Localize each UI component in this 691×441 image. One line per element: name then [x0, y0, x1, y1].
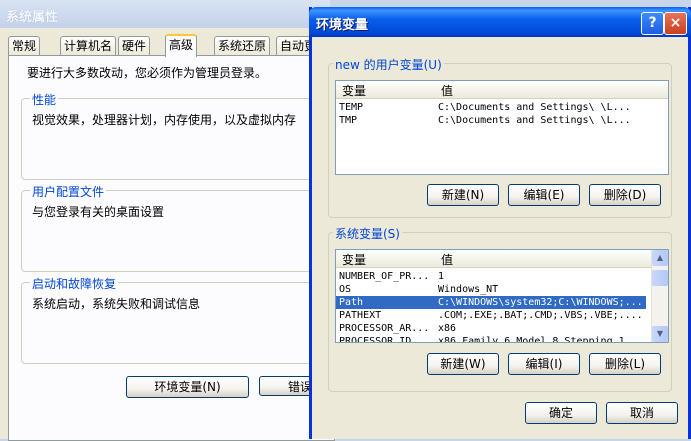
cancel-button[interactable]: 取消 [606, 402, 678, 424]
variable-value: Windows_NT [438, 284, 499, 295]
scrollbar-thumb[interactable] [652, 270, 668, 286]
variable-value: .COM;.EXE;.BAT;.CMD;.VBS;.VBE;.... [438, 310, 643, 321]
variable-name: PROCESSOR_ID... [339, 336, 430, 343]
user-delete-button[interactable]: 删除(D) [589, 184, 661, 206]
startup-recovery-legend: 启动和故障恢复 [30, 275, 119, 292]
tab-general[interactable]: 常规 [8, 36, 41, 55]
tab-system-restore[interactable]: 系统还原 [214, 36, 271, 55]
scroll-down-icon[interactable]: ▼ [652, 326, 668, 342]
user-list-header: 变量 值 [336, 81, 668, 99]
system-variables-legend: 系统变量(S) [333, 225, 402, 242]
variable-name: PATHEXT [339, 310, 382, 321]
performance-description: 视觉效果，处理器计划，内存使用，以及虚拟内存 [32, 113, 297, 127]
user-profiles-group: 用户配置文件 与您登录有关的桌面设置 [21, 183, 343, 272]
system-properties-window: 系统属性 常规 计算机名 硬件 高级 系统还原 自动更 要进行大多数改动，您必须… [0, 0, 343, 441]
ok-button[interactable]: 确定 [525, 402, 597, 424]
list-item[interactable]: PATHEXT .COM;.EXE;.BAT;.CMD;.VBS;.VBE;..… [336, 309, 646, 322]
list-item[interactable]: OS Windows_NT [336, 283, 646, 296]
variable-name: NUMBER_OF_PR... [339, 271, 430, 282]
admin-notice: 要进行大多数改动，您必须作为管理员登录。 [27, 66, 268, 80]
variable-value: x86 Family 6 Model 8 Stepping 1 [438, 336, 625, 343]
variable-value: 1 [438, 271, 445, 282]
list-item[interactable]: PROCESSOR_ID... x86 Family 6 Model 8 Ste… [336, 335, 646, 343]
system-new-button[interactable]: 新建(W) [427, 353, 499, 375]
user-new-button[interactable]: 新建(N) [427, 184, 499, 206]
user-col-value[interactable]: 值 [441, 82, 453, 99]
list-item[interactable]: PROCESSOR_AR... x86 [336, 322, 646, 335]
system-col-variable[interactable]: 变量 [342, 251, 366, 268]
user-profiles-legend: 用户配置文件 [30, 183, 107, 200]
variable-value: x86 [438, 323, 457, 334]
startup-recovery-group: 启动和故障恢复 系统启动，系统失败和调试信息 [21, 275, 343, 364]
variable-name: TEMP [339, 102, 364, 113]
system-variables-list[interactable]: 变量 值 NUMBER_OF_PR... 1 OS Windows_NT Pat… [335, 249, 669, 343]
system-col-value[interactable]: 值 [441, 251, 453, 268]
advanced-tab-panel: 要进行大多数改动，您必须作为管理员登录。 性能 视觉效果，处理器计划，内存使用，… [8, 55, 343, 441]
tab-advanced[interactable]: 高级 [165, 34, 198, 57]
user-variables-list[interactable]: 变量 值 TEMP C:\Documents and Settings\ \L.… [335, 80, 669, 175]
variable-name: OS [339, 284, 352, 295]
environment-variables-button[interactable]: 环境变量(N) [126, 376, 249, 398]
scroll-up-icon[interactable]: ▲ [652, 250, 668, 266]
environment-variables-title: 环境变量 [316, 18, 369, 33]
tab-computer-name[interactable]: 计算机名 [60, 36, 117, 55]
system-properties-title: 系统属性 [6, 10, 59, 25]
system-list-scrollbar[interactable]: ▲ ▼ [651, 250, 668, 342]
system-delete-button[interactable]: 删除(L) [589, 353, 661, 375]
help-icon[interactable]: ? [641, 12, 664, 35]
close-icon[interactable]: × [664, 12, 687, 35]
variable-value: C:\Documents and Settings\ \L... [438, 102, 631, 113]
user-col-variable[interactable]: 变量 [342, 82, 366, 99]
list-item[interactable]: TMP C:\Documents and Settings\ \L... [336, 114, 646, 127]
variable-name: TMP [339, 115, 358, 126]
system-edit-button[interactable]: 编辑(I) [508, 353, 580, 375]
tab-hardware[interactable]: 硬件 [118, 36, 151, 55]
startup-recovery-description: 系统启动，系统失败和调试信息 [32, 297, 201, 311]
system-variables-group: 系统变量(S) 变量 值 NUMBER_OF_PR... 1 OS Window… [328, 225, 672, 392]
environment-variables-titlebar[interactable]: 环境变量 ? × [309, 7, 691, 37]
variable-value: C:\WINDOWS\system32;C:\WINDOWS;... [438, 297, 643, 308]
variable-name: PROCESSOR_AR... [339, 323, 430, 334]
variable-name: Path [339, 297, 364, 308]
environment-variables-dialog: 环境变量 ? × new 的用户变量(U) 变量 值 TEMP C:\Docum… [309, 7, 691, 439]
system-properties-titlebar: 系统属性 [0, 0, 330, 28]
list-item-selected[interactable]: Path C:\WINDOWS\system32;C:\WINDOWS;... [336, 296, 646, 309]
user-variables-group: new 的用户变量(U) 变量 值 TEMP C:\Documents and … [328, 56, 672, 218]
performance-legend: 性能 [30, 91, 59, 108]
performance-group: 性能 视觉效果，处理器计划，内存使用，以及虚拟内存 [21, 91, 343, 180]
list-item[interactable]: TEMP C:\Documents and Settings\ \L... [336, 101, 646, 114]
system-list-header: 变量 值 [336, 250, 668, 268]
user-variables-legend: new 的用户变量(U) [333, 56, 444, 73]
list-item[interactable]: NUMBER_OF_PR... 1 [336, 270, 646, 283]
variable-value: C:\Documents and Settings\ \L... [438, 115, 631, 126]
user-profiles-description: 与您登录有关的桌面设置 [32, 205, 165, 219]
user-edit-button[interactable]: 编辑(E) [508, 184, 580, 206]
